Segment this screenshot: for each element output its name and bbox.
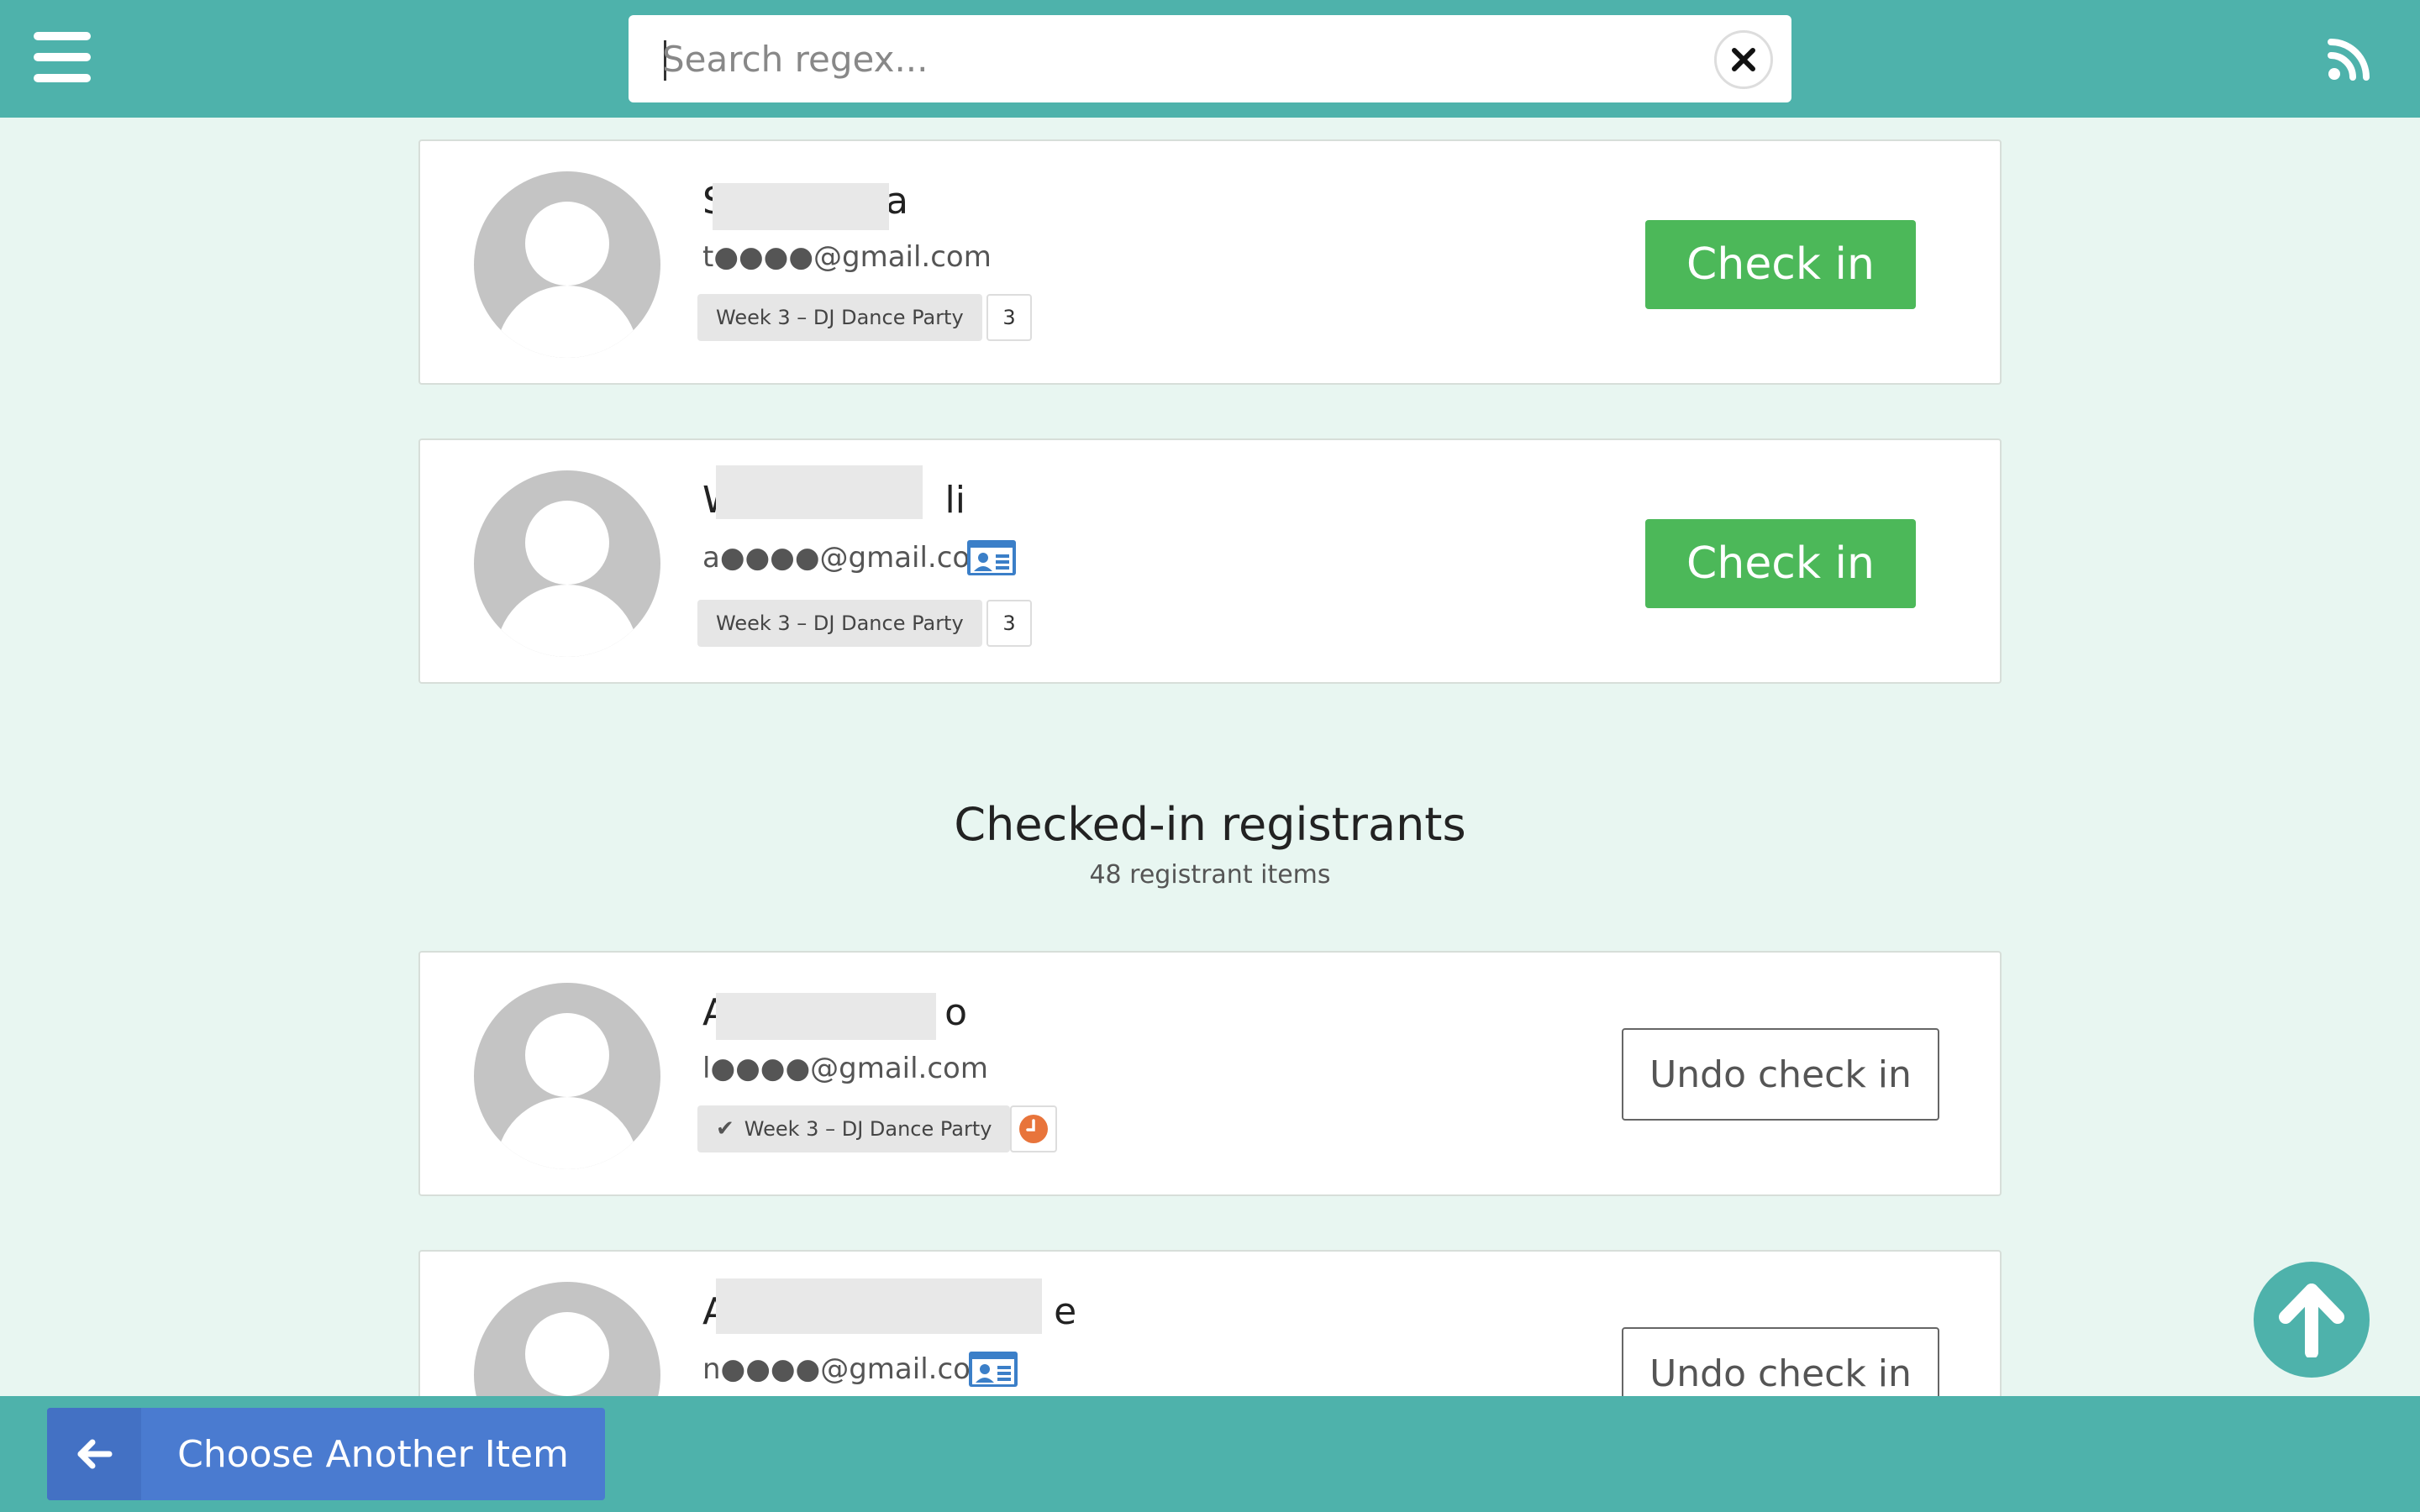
redacted-name (713, 183, 889, 230)
close-icon (1732, 48, 1755, 71)
registrant-email: n●●●●@gmail.com (702, 1352, 999, 1386)
arrow-up-icon (2279, 1284, 2344, 1357)
clear-search-button[interactable] (1714, 30, 1773, 89)
registrant-email: a●●●●@gmail.com (702, 541, 998, 575)
menu-icon[interactable] (34, 32, 91, 82)
arrow-left-icon (47, 1408, 141, 1500)
undo-check-in-button[interactable]: Undo check in (1622, 1028, 1939, 1121)
checked-in-card: Ao l●●●●@gmail.com ✔ Week 3 – DJ Dance P… (418, 951, 2002, 1196)
item-tag: Week 3 – DJ Dance Party (697, 294, 982, 341)
clock-icon (1019, 1115, 1048, 1143)
search-box (629, 15, 1791, 102)
item-tag: Week 3 – DJ Dance Party (697, 600, 982, 647)
scroll-to-top-button[interactable] (2254, 1262, 2370, 1378)
registrant-card: Wli a●●●●@gmail.com Week 3 – DJ Dance Pa… (418, 438, 2002, 684)
section-title: Checked-in registrants (954, 798, 1466, 851)
choose-another-item-label: Choose Another Item (177, 1432, 569, 1476)
redacted-name (716, 1278, 1042, 1334)
registrant-email: t●●●●@gmail.com (702, 240, 992, 274)
search-input[interactable] (662, 27, 1687, 91)
avatar (474, 470, 660, 657)
section-subtitle: 48 registrant items (1089, 860, 1331, 890)
avatar (474, 983, 660, 1169)
check-icon: ✔ (716, 1116, 734, 1142)
registrant-email: l●●●●@gmail.com (702, 1052, 988, 1085)
check-in-button[interactable]: Check in (1645, 220, 1916, 309)
registrant-card: Sa t●●●●@gmail.com Week 3 – DJ Dance Par… (418, 139, 2002, 385)
redacted-name (716, 993, 936, 1040)
clock-badge (1010, 1105, 1057, 1152)
checked-item-tag: ✔ Week 3 – DJ Dance Party (697, 1105, 1011, 1152)
check-in-button[interactable]: Check in (1645, 519, 1916, 608)
id-card-icon[interactable] (968, 1351, 1018, 1388)
redacted-name (716, 465, 923, 519)
bottom-bar: Choose Another Item (0, 1396, 2420, 1512)
id-card-icon[interactable] (966, 539, 1017, 576)
count-badge: 3 (986, 600, 1032, 647)
count-badge: 3 (986, 294, 1032, 341)
rss-icon[interactable] (2328, 37, 2371, 81)
avatar (474, 171, 660, 358)
choose-another-item-button[interactable]: Choose Another Item (47, 1408, 605, 1500)
top-bar (0, 0, 2420, 118)
